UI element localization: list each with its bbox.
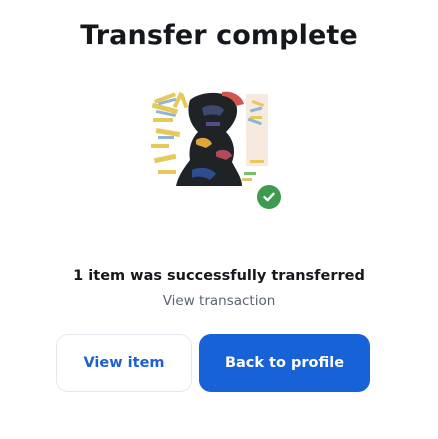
transfer-complete-screen: Transfer complete 1 item was successfull… <box>0 0 438 439</box>
nft-preview <box>146 86 284 228</box>
check-circle-icon <box>254 182 284 212</box>
success-indicator <box>257 185 281 209</box>
success-message: 1 item was successfully transferred <box>73 268 365 284</box>
page-title: Transfer complete <box>80 20 358 51</box>
back-to-profile-button[interactable]: Back to profile <box>199 334 370 392</box>
view-item-button[interactable]: View item <box>56 334 192 392</box>
nft-image <box>146 86 276 190</box>
checkmark-icon <box>263 192 275 202</box>
view-transaction-link[interactable]: View transaction <box>0 293 438 309</box>
